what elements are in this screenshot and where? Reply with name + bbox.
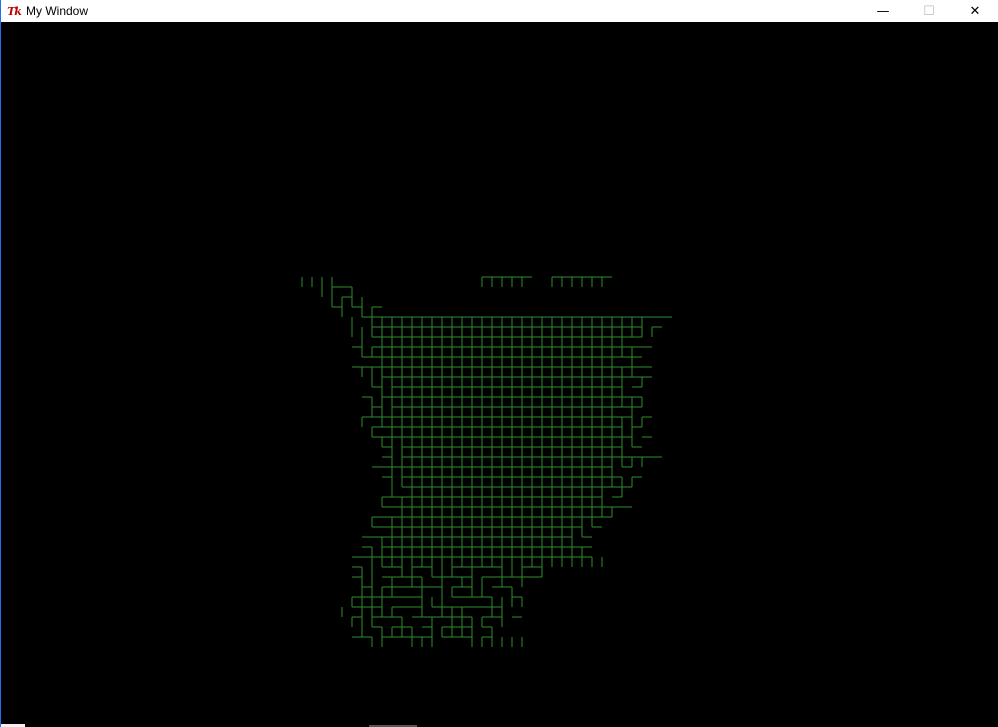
window-title: My Window — [26, 4, 89, 18]
minimize-button[interactable]: — — [860, 0, 906, 22]
lattice-drawing — [301, 276, 672, 647]
window-controls: — ☐ ✕ — [860, 0, 998, 22]
close-button[interactable]: ✕ — [952, 0, 998, 22]
tk-feather-icon[interactable]: Tk — [6, 3, 22, 19]
app-window: Tk My Window — ☐ ✕ — [0, 0, 998, 727]
maximize-button[interactable]: ☐ — [906, 0, 952, 22]
title-bar[interactable]: Tk My Window — ☐ ✕ — [1, 0, 998, 22]
drawing-canvas[interactable] — [2, 22, 998, 727]
